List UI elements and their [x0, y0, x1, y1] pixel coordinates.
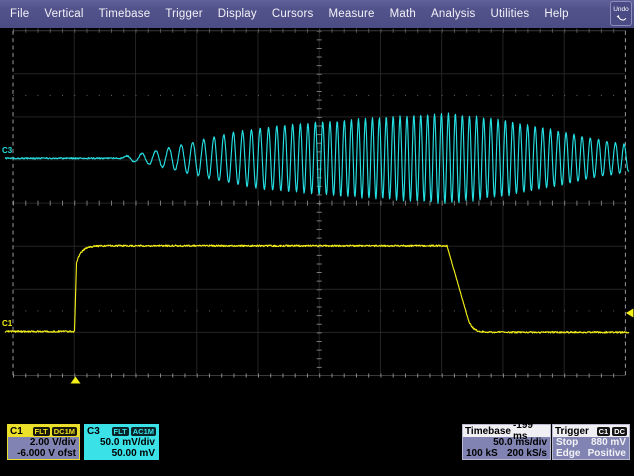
c1-zero-level-label[interactable]: C1 — [2, 320, 12, 328]
timebase-sample-rate: 200 kS/s — [507, 448, 547, 459]
channel-c1-descriptor-box[interactable]: C1 FLT DC1M 2.00 V/div -6.000 V ofst — [7, 424, 80, 460]
trigger-descriptor-box[interactable]: Trigger C1 DC Stop 880 mV Edge Positive — [552, 424, 630, 460]
trigger-coupling-badge: DC — [612, 427, 627, 436]
c1-coupling-badge: DC1M — [52, 427, 77, 436]
trigger-box-header: Trigger C1 DC — [553, 425, 629, 437]
channel-c3-descriptor-box[interactable]: C3 FLT AC1M 50.0 mV/div 50.00 mV — [84, 424, 159, 460]
menu-item-display[interactable]: Display — [218, 8, 257, 20]
waveform-display — [0, 0, 634, 476]
trigger-source-badge: C1 — [597, 427, 611, 436]
timebase-record-length: 100 kS — [466, 448, 498, 459]
c3-coupling-badge: AC1M — [131, 427, 156, 436]
menu-item-analysis[interactable]: Analysis — [431, 8, 475, 20]
trigger-mode: Stop — [556, 437, 578, 448]
trigger-time-marker[interactable] — [71, 377, 81, 384]
menu-bar: File Vertical Timebase Trigger Display C… — [0, 0, 634, 28]
c3-offset: 50.00 mV — [85, 448, 158, 459]
menu-item-math[interactable]: Math — [390, 8, 416, 20]
c1-volts-per-div: 2.00 V/div — [8, 437, 79, 448]
menu-item-vertical[interactable]: Vertical — [44, 8, 83, 20]
c3-box-header: C3 FLT AC1M — [85, 425, 158, 437]
menu-item-trigger[interactable]: Trigger — [165, 8, 202, 20]
c1-box-header: C1 FLT DC1M — [8, 425, 79, 437]
menu-item-timebase[interactable]: Timebase — [99, 8, 151, 20]
c1-filter-badge: FLT — [33, 427, 50, 436]
menu-item-file[interactable]: File — [10, 8, 29, 20]
c3-zero-level-label[interactable]: C3 — [2, 147, 12, 155]
c3-box-title: C3 — [87, 426, 100, 437]
trigger-level: 880 mV — [591, 437, 626, 448]
menu-item-help[interactable]: Help — [544, 8, 568, 20]
trigger-box-title: Trigger — [555, 426, 589, 437]
c1-box-title: C1 — [10, 426, 23, 437]
c1-offset: -6.000 V ofst — [8, 448, 79, 459]
undo-button[interactable]: Undo — [610, 1, 632, 26]
c3-volts-per-div: 50.0 mV/div — [85, 437, 158, 448]
timebase-descriptor-box[interactable]: Timebase -199 ms 50.0 ms/div 100 kS 200 … — [462, 424, 551, 460]
menu-item-utilities[interactable]: Utilities — [490, 8, 529, 20]
timebase-box-title: Timebase — [465, 426, 511, 437]
menu-item-measure[interactable]: Measure — [329, 8, 375, 20]
menu-item-cursors[interactable]: Cursors — [272, 8, 314, 20]
trigger-level-marker[interactable] — [626, 309, 634, 318]
trace-c3 — [5, 113, 629, 203]
trigger-type: Edge — [556, 448, 580, 459]
undo-button-label: Undo — [613, 6, 629, 13]
trigger-slope: Positive — [588, 448, 626, 459]
timebase-box-header: Timebase -199 ms — [463, 425, 550, 437]
c3-filter-badge: FLT — [112, 427, 129, 436]
undo-arrow-icon — [616, 14, 627, 22]
timebase-scale: 50.0 ms/div — [463, 437, 550, 448]
